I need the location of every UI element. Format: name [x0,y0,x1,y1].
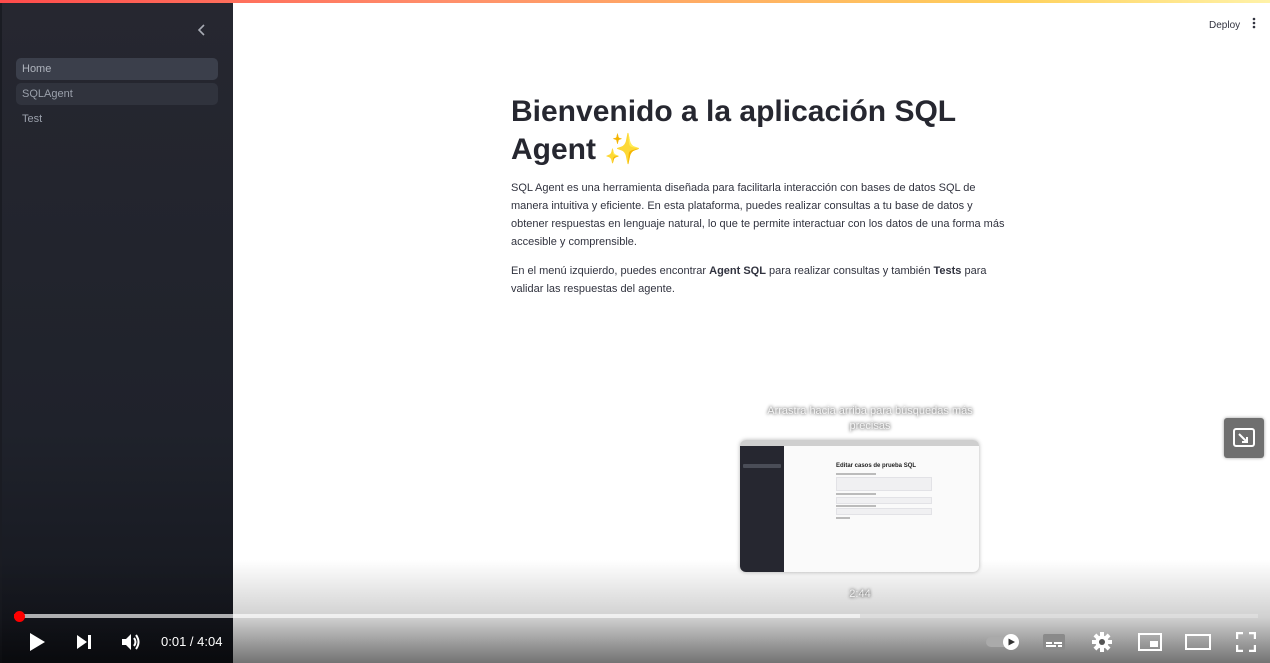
sidebar-item-label: SQLAgent [22,88,73,100]
next-icon[interactable] [72,629,96,655]
sidebar-item-label: Test [22,113,43,125]
agent-sql-emphasis: Agent SQL [709,265,766,277]
preview-label [836,505,876,507]
menu-paragraph-text: En el menú izquierdo, puedes encontrar [511,265,710,277]
seek-preview-time: 2:44 [849,588,871,600]
chevron-left-icon[interactable] [197,21,207,40]
menu-paragraph: En el menú izquierdo, puedes encontrar A… [511,262,1011,298]
preview-label [836,493,876,495]
sidebar-item-home[interactable]: Home [16,58,218,80]
kebab-menu-icon[interactable] [1252,17,1256,33]
sidebar-item-test[interactable]: Test [16,108,218,130]
sidebar-item-sqlagent[interactable]: SQLAgent [16,83,218,105]
menu-paragraph-text: para realizar consultas y también [765,265,934,277]
preview-sidebar-selected [743,464,781,468]
tests-emphasis: Tests [933,265,962,277]
seek-preview-thumbnail: Editar casos de prueba SQL [740,440,979,572]
preview-title: Editar casos de prueba SQL [836,463,917,469]
preview-select [836,508,932,515]
sidebar-item-label: Home [22,63,52,75]
settings-icon[interactable] [1090,629,1114,655]
preview-input [836,497,932,504]
preview-button [836,517,850,519]
intro-paragraph: SQL Agent es una herramienta diseñada pa… [511,182,1005,248]
miniplayer-icon[interactable] [1137,629,1163,655]
seek-hint-text: Arrastra hacia arriba para búsquedas más… [767,405,973,432]
play-icon[interactable] [25,629,49,655]
preview-textarea [836,477,932,491]
progress-buffered [14,614,860,618]
theater-mode-icon[interactable] [1185,629,1211,655]
miniplayer-expand-icon[interactable] [1224,418,1264,458]
video-frame[interactable]: Home SQLAgent Test Deploy Bienvenido a l… [0,0,1270,663]
subtitles-icon[interactable] [1042,629,1066,655]
page-title: Bienvenido a la aplicación SQL Agent ✨ [511,95,956,166]
autoplay-toggle-icon[interactable] [985,629,1021,655]
time-display: 0:01 / 4:04 [161,634,223,649]
volume-icon[interactable] [118,629,144,655]
progress-scrubber[interactable] [14,611,25,622]
fullscreen-icon[interactable] [1234,629,1258,655]
deploy-button[interactable]: Deploy [1209,20,1240,31]
preview-label [836,473,876,475]
